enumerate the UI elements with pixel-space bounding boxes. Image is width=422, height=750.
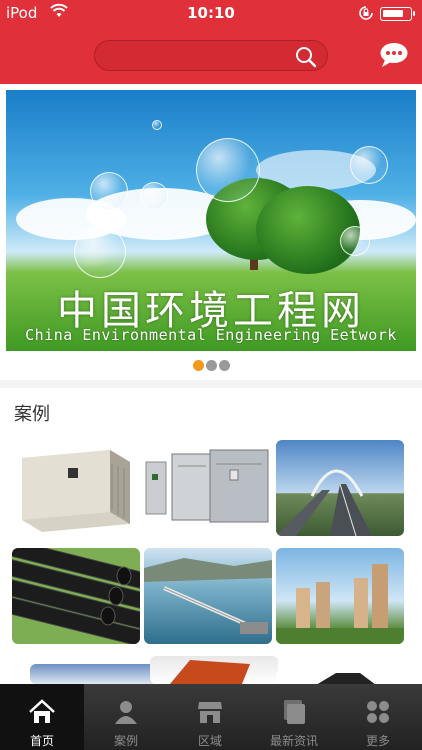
bubble [152,120,162,130]
case-thumbnail[interactable] [276,440,404,536]
case-thumbnail[interactable] [12,548,140,644]
case-thumbnail[interactable] [150,656,278,684]
search-icon[interactable] [295,46,317,72]
tab-label: 最新资讯 [269,734,318,748]
tab-label: 区域 [197,734,222,748]
case-thumbnail[interactable] [144,548,272,644]
cases-section: 案例 [0,388,422,684]
bubble [90,172,128,210]
case-thumbnail[interactable] [276,548,404,644]
case-thumbnail[interactable] [12,440,140,536]
bubble [196,138,260,202]
bubble [140,182,168,210]
search-input[interactable] [94,40,328,71]
message-icon[interactable] [379,42,409,72]
tab-label: 首页 [29,734,54,748]
banner-image[interactable]: 中国环境工程网 China Environmental Engineering … [6,90,416,351]
home-icon [28,698,56,726]
bubble [350,146,388,184]
banner-section: 中国环境工程网 China Environmental Engineering … [0,84,422,380]
battery-icon [380,7,415,21]
carousel-dot[interactable] [218,360,230,371]
carousel-dot[interactable] [205,360,217,371]
store-icon [196,698,224,726]
tab-label: 案例 [113,734,138,748]
tab-home[interactable]: 首页 [0,684,84,750]
person-icon [112,698,140,726]
case-thumbnail[interactable] [276,670,404,684]
news-icon [280,698,308,726]
status-bar: iPod 10:10 [0,0,422,28]
section-title: 案例 [14,404,50,425]
case-thumbnail[interactable] [30,664,158,684]
tab-cases[interactable]: 案例 [84,684,168,750]
more-icon [364,698,392,726]
carousel-dot[interactable] [192,360,204,371]
rotation-lock-icon [358,5,374,25]
case-thumbnail[interactable] [144,440,272,536]
tab-label: 更多 [365,734,390,748]
battery-fill [383,10,403,17]
carousel-indicator[interactable] [0,356,422,375]
tab-more[interactable]: 更多 [336,684,420,750]
tab-news[interactable]: 最新资讯 [252,684,336,750]
tab-bar: 首页 案例 区域 最新资讯 更多 [0,684,422,750]
top-header: iPod 10:10 [0,0,422,84]
tab-region[interactable]: 区域 [168,684,252,750]
bubble [74,226,126,278]
banner-subtitle: China Environmental Engineering Eetwork [25,326,397,344]
bubble [340,226,370,256]
